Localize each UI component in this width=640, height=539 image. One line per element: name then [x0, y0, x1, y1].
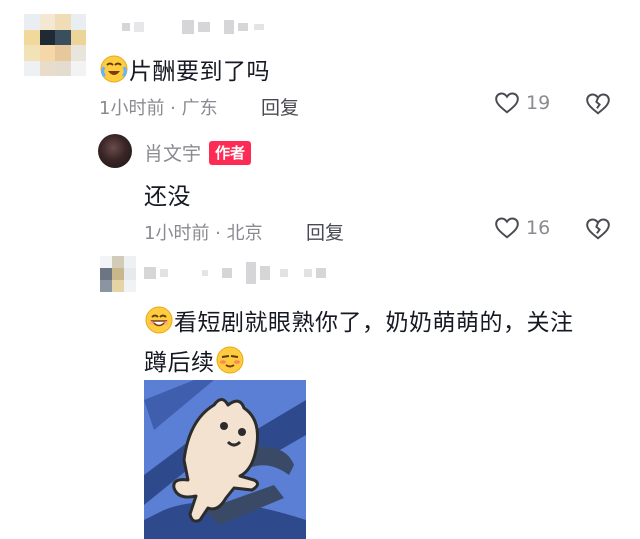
like-count: 19 — [526, 92, 551, 114]
commenter-avatar[interactable] — [100, 256, 136, 292]
comment-text: 看短剧就眼熟你了，奶奶萌萌的，关注 蹲后续 — [144, 303, 614, 377]
broken-heart-icon — [586, 93, 610, 115]
dislike-button[interactable] — [585, 216, 611, 246]
author-badge: 作者 — [209, 140, 252, 165]
author-avatar[interactable] — [98, 134, 132, 168]
commenter-name-redacted[interactable] — [144, 262, 326, 284]
reply-button[interactable]: 回复 — [261, 93, 299, 120]
author-name-row: 肖文宇 作者 — [144, 139, 252, 166]
crying-laughing-emoji — [100, 55, 128, 83]
commenter-name-redacted[interactable] — [122, 20, 264, 34]
cat-sticker-illustration — [144, 380, 306, 539]
like-button[interactable]: 16 — [494, 215, 550, 241]
like-count: 16 — [526, 217, 551, 239]
reply-text: 还没 — [144, 184, 191, 210]
dislike-button[interactable] — [585, 91, 611, 121]
comment-timestamp-location: 1小时前 · 广东 — [99, 98, 218, 119]
sticker-image[interactable] — [144, 380, 306, 539]
grinning-emoji — [145, 306, 173, 334]
heart-outline-icon — [495, 217, 519, 239]
reply-timestamp-location: 1小时前 · 北京 — [144, 223, 263, 244]
commenter-avatar[interactable] — [24, 14, 86, 76]
like-button[interactable]: 19 — [494, 90, 550, 116]
comment-text: 片酬要到了吗 — [99, 52, 270, 86]
broken-heart-icon — [586, 218, 610, 240]
blush-emoji — [216, 346, 243, 374]
reply-button[interactable]: 回复 — [306, 218, 344, 245]
author-name[interactable]: 肖文宇 — [144, 139, 201, 166]
heart-outline-icon — [495, 92, 519, 114]
